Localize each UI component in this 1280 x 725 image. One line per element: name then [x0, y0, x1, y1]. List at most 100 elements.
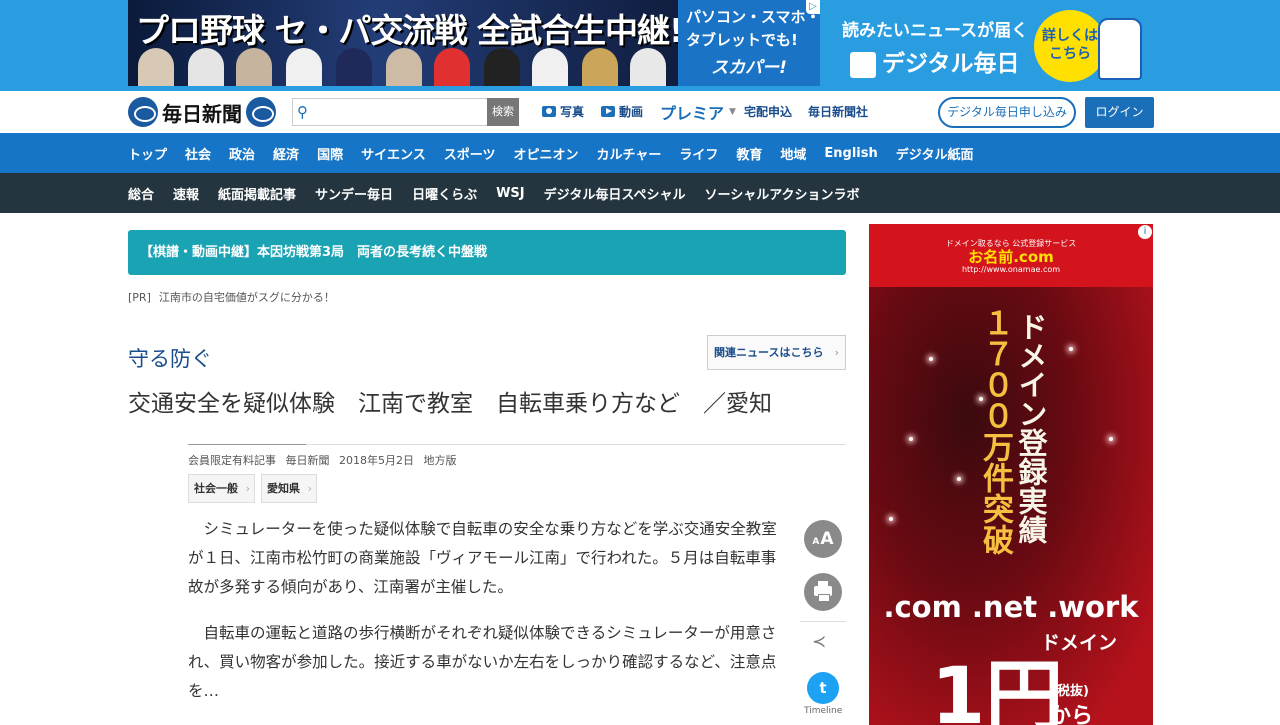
nav-english[interactable]: English [824, 146, 877, 161]
details-bubble[interactable]: 詳しくは こちら [1034, 10, 1106, 82]
member-only-label: 会員限定有料記事 [188, 454, 276, 467]
site-header: 毎日新聞 ⚲ 検索 写真 動画 プレミア ▼ 宅配申込 毎日新聞社 デジタル毎日申… [0, 91, 1280, 133]
font-small-icon: A [812, 537, 820, 547]
digital-subscribe-button[interactable]: デジタル毎日申し込み [938, 97, 1076, 128]
sparkle-icon [909, 437, 913, 441]
secondary-nav: 総合 速報 紙面掲載記事 サンデー毎日 日曜くらぶ WSJ デジタル毎日スペシャ… [0, 173, 1280, 213]
publisher: 毎日新聞 [285, 454, 330, 467]
article-headline: 交通安全を疑似体験 江南で教室 自転車乗り方など ／愛知 [128, 391, 772, 417]
pr-link[interactable]: [PR] 江南市の自宅価値がスグに分かる！ [128, 289, 335, 305]
onamae-side-ad[interactable]: ドメイン取るなら 公式登録サービス お名前.com http://www.ona… [869, 224, 1153, 725]
search-input[interactable] [317, 101, 485, 123]
related-news-button[interactable]: 関連ニュースはこちら › [707, 335, 846, 370]
ad-info-icon[interactable]: i [1138, 225, 1152, 239]
nav-photo[interactable]: 写真 [542, 103, 584, 120]
subnav-social-action-lab[interactable]: ソーシャルアクションラボ [704, 184, 859, 203]
digital-ad-line1: 読みたいニュースが届く [842, 21, 1029, 41]
tag-society[interactable]: 社会一般 › [188, 474, 255, 503]
registration-count-text: １７００万件突破 [977, 307, 1013, 555]
login-button[interactable]: ログイン [1085, 97, 1154, 128]
nav-region[interactable]: 地域 [780, 144, 806, 163]
search-button[interactable]: 検索 [487, 98, 519, 126]
article-category[interactable]: 守る防ぐ [128, 343, 212, 373]
live-broadcast-banner[interactable]: 【棋譜・動画中継】本因坊戦第3局 両者の長考続く中盤戦 [128, 230, 846, 275]
onamae-url: http://www.onamae.com [961, 265, 1061, 274]
nav-top[interactable]: トップ [128, 144, 167, 163]
nav-science[interactable]: サイエンス [361, 144, 426, 163]
pr-label: [PR] [128, 291, 151, 304]
chevron-right-icon: › [307, 482, 312, 495]
nav-politics[interactable]: 政治 [229, 144, 255, 163]
subnav-wsj[interactable]: WSJ [496, 186, 525, 201]
onamae-ad-header: ドメイン取るなら 公式登録サービス お名前.com http://www.ona… [869, 224, 1153, 287]
nav-culture[interactable]: カルチャー [596, 144, 661, 163]
video-icon [601, 106, 615, 117]
nav-video[interactable]: 動画 [601, 103, 643, 120]
skyperfect-line1: パソコン・スマホ・ [686, 8, 821, 26]
digital-ad-brand-row: デジタル毎日 [850, 44, 1020, 78]
sparkle-icon [1069, 347, 1073, 351]
tool-divider [800, 621, 846, 622]
nav-company-label: 毎日新聞社 [808, 105, 869, 119]
chevron-right-icon: › [245, 482, 250, 495]
primary-nav: トップ 社会 政治 経済 国際 サイエンス スポーツ オピニオン カルチャー ラ… [0, 133, 1280, 173]
related-news-label: 関連ニュースはこちら [714, 346, 824, 359]
share-icon[interactable]: ≺ [812, 632, 826, 652]
subnav-print-articles[interactable]: 紙面掲載記事 [218, 184, 296, 203]
twitter-button[interactable]: t [807, 672, 839, 704]
nav-life[interactable]: ライフ [679, 144, 718, 163]
details-bubble-text: 詳しくは こちら [1042, 28, 1098, 62]
ad-choices-icon[interactable]: ▷ [806, 0, 820, 14]
nav-international[interactable]: 国際 [317, 144, 343, 163]
nav-society[interactable]: 社会 [185, 144, 211, 163]
print-button[interactable] [804, 573, 842, 611]
top-banner-ad[interactable]: プロ野球 セ・パ交流戦 全試合生中継! パソコン・スマホ・ タブレットでも! ス… [0, 0, 1280, 91]
nav-sports[interactable]: スポーツ [444, 144, 496, 163]
logo-mark-right-icon [246, 97, 276, 127]
subnav-sunday-club[interactable]: 日曜くらぶ [412, 184, 477, 203]
tag-aichi-label: 愛知県 [267, 482, 300, 495]
nav-delivery-label: 宅配申込 [744, 105, 793, 119]
search-box: ⚲ 検索 [292, 98, 519, 126]
meta-divider [306, 444, 846, 445]
tax-note: (税抜) [1051, 684, 1089, 699]
nav-video-label: 動画 [619, 105, 644, 119]
pr-text: 江南市の自宅価値がスグに分かる！ [158, 291, 335, 304]
domain-list: .com .net .work [883, 590, 1139, 624]
nav-economy[interactable]: 経済 [273, 144, 299, 163]
font-size-button[interactable]: AA [804, 520, 842, 558]
camera-icon [542, 106, 556, 117]
edition: 地方版 [423, 454, 457, 467]
onamae-brand: お名前.com [968, 248, 1054, 266]
nav-delivery[interactable]: 宅配申込 [744, 103, 792, 120]
twitter-timeline-label: Timeline [804, 706, 843, 716]
nav-premia-label: プレミア [660, 104, 725, 123]
nav-digital-paper[interactable]: デジタル紙面 [896, 144, 974, 163]
tag-aichi[interactable]: 愛知県 › [261, 474, 317, 503]
subnav-general[interactable]: 総合 [128, 184, 154, 203]
article-paragraph: シミュレーターを使った疑似体験で自転車の安全な乗り方などを学ぶ交通安全教室が１日… [188, 520, 777, 596]
nav-premia[interactable]: プレミア ▼ [660, 100, 736, 124]
price-from: から [1049, 704, 1094, 725]
chevron-right-icon: › [834, 346, 839, 359]
meta-divider-accent [188, 444, 306, 445]
nav-company[interactable]: 毎日新聞社 [808, 103, 868, 120]
registration-record-text: ドメイン登録実績 [1014, 312, 1048, 544]
baseball-ad[interactable]: プロ野球 セ・パ交流戦 全試合生中継! [128, 0, 678, 86]
twitter-icon: t [819, 679, 827, 697]
subnav-digital-special[interactable]: デジタル毎日スペシャル [544, 184, 686, 203]
subnav-sunday-mainichi[interactable]: サンデー毎日 [315, 184, 393, 203]
article-tags: 社会一般 › 愛知県 › [188, 474, 323, 503]
digital-mainichi-ad[interactable]: 読みたいニュースが届く デジタル毎日 詳しくは こちら [820, 0, 1153, 86]
skyperfect-ad[interactable]: パソコン・スマホ・ タブレットでも! スカパー! [678, 0, 821, 86]
tag-society-label: 社会一般 [194, 482, 238, 495]
caret-down-icon: ▼ [729, 107, 736, 117]
nav-opinion[interactable]: オピニオン [513, 144, 578, 163]
nav-photo-label: 写真 [560, 105, 585, 119]
baseball-ad-headline: プロ野球 セ・パ交流戦 全試合生中継! [136, 11, 678, 50]
subnav-breaking[interactable]: 速報 [173, 184, 199, 203]
logo-mark-left-icon [128, 97, 158, 127]
skyperfect-line2: タブレットでも! [686, 31, 798, 49]
mainichi-logo[interactable]: 毎日新聞 [128, 97, 276, 127]
nav-education[interactable]: 教育 [736, 144, 762, 163]
